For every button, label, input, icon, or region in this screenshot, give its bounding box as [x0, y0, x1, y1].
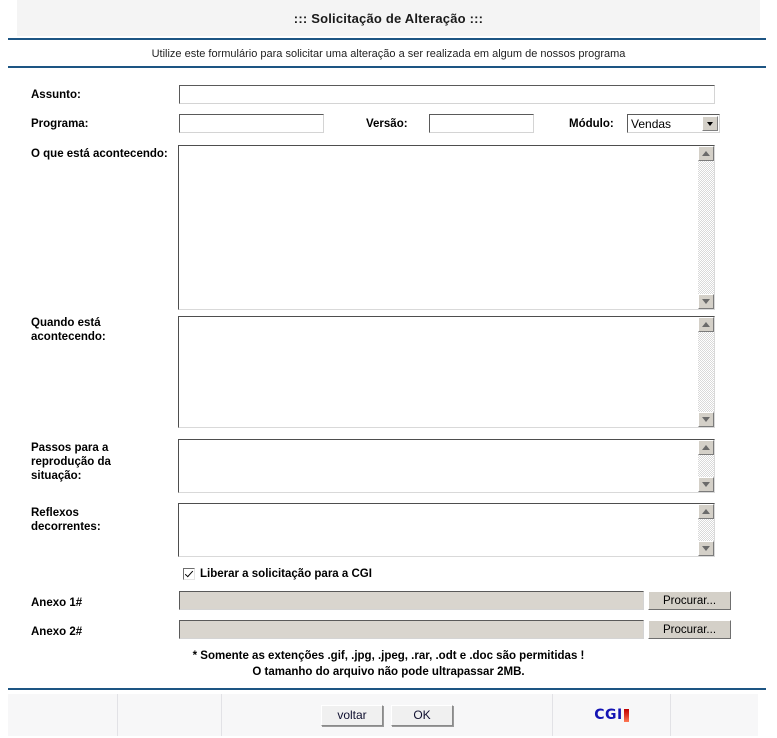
scroll-up-icon[interactable] — [698, 504, 714, 519]
page-header: ::: Solicitação de Alteração ::: — [17, 0, 760, 36]
upload-notes: * Somente as extenções .gif, .jpg, .jpeg… — [0, 648, 777, 680]
scroll-up-icon[interactable] — [698, 146, 714, 161]
field-row-programa: Programa: — [31, 117, 178, 131]
footer-cell-2 — [118, 694, 222, 736]
footer-bar: voltar OK CGI — [8, 694, 758, 736]
page-title: ::: Solicitação de Alteração ::: — [293, 10, 484, 26]
scroll-up-icon[interactable] — [698, 440, 714, 455]
anexo2-file-field[interactable] — [179, 620, 644, 639]
anexo1-label: Anexo 1# — [31, 597, 83, 609]
back-button[interactable]: voltar — [321, 704, 383, 726]
reflexos-decorrentes-label: Reflexos decorrentes: — [31, 507, 101, 533]
footer-logo-cell: CGI — [553, 694, 671, 736]
scroll-down-icon[interactable] — [698, 477, 714, 492]
checkbox-checked-icon[interactable] — [183, 568, 195, 580]
anexo1-file-field[interactable] — [179, 591, 644, 610]
scroll-down-icon[interactable] — [698, 412, 714, 427]
programa-label: Programa: — [31, 118, 89, 130]
ok-button[interactable]: OK — [391, 704, 453, 726]
quando-esta-acontecendo-textarea[interactable] — [178, 316, 715, 428]
note-max-size: O tamanho do arquivo não pode ultrapassa… — [252, 666, 525, 678]
cgi-logo-text: CGI — [594, 707, 623, 723]
versao-label: Versão: — [366, 118, 408, 130]
chevron-down-icon[interactable] — [702, 116, 718, 131]
reflexos-decorrentes-textarea[interactable] — [178, 503, 715, 557]
request-form: Assunto: Programa: Versão: Módulo: Venda… — [0, 76, 777, 684]
page-root: ::: Solicitação de Alteração ::: Utilize… — [0, 0, 777, 738]
o-que-esta-acontecendo-label: O que está acontecendo: — [31, 148, 168, 160]
footer-cell-5 — [671, 694, 758, 736]
anexo2-browse-button[interactable]: Procurar... — [648, 620, 731, 639]
assunto-input[interactable] — [179, 85, 715, 104]
anexo2-label: Anexo 2# — [31, 626, 83, 638]
footer-cell-1 — [8, 694, 118, 736]
passos-reproducao-label: Passos para a reprodução da situação: — [31, 442, 111, 482]
modulo-select[interactable]: Vendas — [627, 114, 720, 133]
scrollbar-vertical[interactable] — [698, 504, 714, 556]
page-subtitle: Utilize este formulário para solicitar u… — [151, 48, 626, 60]
field-row-assunto: Assunto: — [31, 88, 178, 102]
anexo1-browse-button[interactable]: Procurar... — [648, 591, 731, 610]
header-divider-top — [8, 38, 766, 40]
quando-esta-acontecendo-label: Quando está acontecendo: — [31, 317, 106, 343]
scrollbar-vertical[interactable] — [698, 440, 714, 492]
footer-actions: voltar OK — [222, 694, 553, 736]
cgi-logo-accent-icon — [623, 708, 629, 722]
header-divider-bottom — [8, 66, 766, 68]
modulo-selected-value: Vendas — [631, 116, 672, 131]
liberar-solicitacao-label: Liberar a solicitação para a CGI — [200, 568, 372, 580]
passos-reproducao-textarea[interactable] — [178, 439, 715, 493]
scrollbar-vertical[interactable] — [698, 146, 714, 309]
programa-input[interactable] — [179, 114, 324, 133]
scroll-down-icon[interactable] — [698, 541, 714, 556]
note-allowed-extensions: * Somente as extenções .gif, .jpg, .jpeg… — [192, 650, 585, 662]
modulo-label: Módulo: — [569, 118, 614, 130]
scroll-up-icon[interactable] — [698, 317, 714, 332]
o-que-esta-acontecendo-textarea[interactable] — [178, 145, 715, 310]
versao-input[interactable] — [429, 114, 534, 133]
assunto-label: Assunto: — [31, 89, 81, 101]
liberar-solicitacao-row[interactable]: Liberar a solicitação para a CGI — [183, 568, 372, 580]
cgi-logo: CGI — [594, 707, 629, 723]
footer-divider — [8, 688, 766, 690]
scrollbar-vertical[interactable] — [698, 317, 714, 427]
scroll-down-icon[interactable] — [698, 294, 714, 309]
